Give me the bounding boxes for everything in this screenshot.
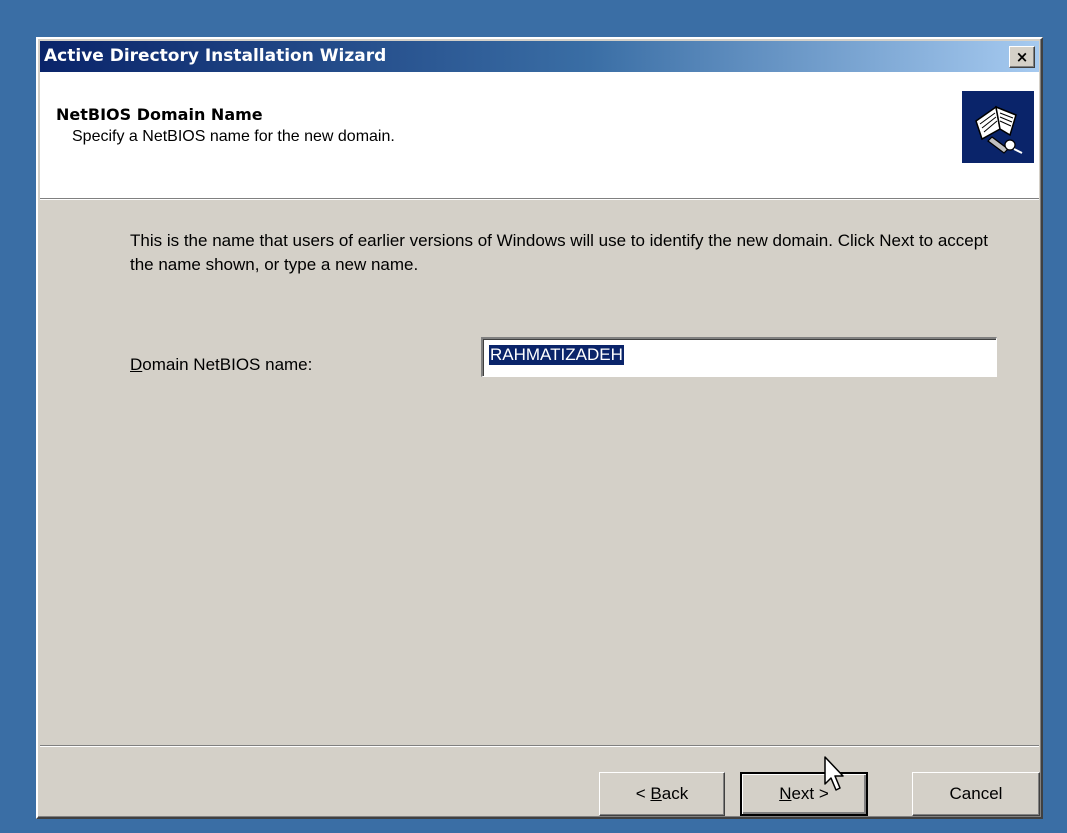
back-mnemonic: B	[650, 784, 662, 803]
next-mnemonic: N	[779, 784, 792, 803]
cancel-button[interactable]: Cancel	[912, 772, 1040, 816]
intro-text: This is the name that users of earlier v…	[130, 231, 988, 274]
close-icon: ×	[1015, 47, 1029, 66]
book-icon	[962, 91, 1034, 163]
title-bar[interactable]: Active Directory Installation Wizard ×	[40, 41, 1039, 72]
back-button-label: ack	[661, 784, 689, 803]
cancel-button-label: Cancel	[949, 784, 1003, 803]
label-text: omain NetBIOS name:	[142, 355, 313, 374]
wizard-window: Active Directory Installation Wizard × N…	[36, 37, 1043, 819]
page-title: NetBIOS Domain Name	[56, 105, 263, 124]
page-subtitle: Specify a NetBIOS name for the new domai…	[72, 128, 395, 145]
mouse-cursor-icon	[824, 756, 844, 791]
next-button[interactable]: Next >	[740, 772, 868, 816]
back-button-prefix: <	[635, 784, 651, 803]
wizard-header: NetBIOS Domain Name Specify a NetBIOS na…	[40, 72, 1039, 198]
footer-separator	[40, 745, 1039, 747]
domain-netbios-label: Domain NetBIOS name:	[130, 355, 312, 375]
input-selected-value: RAHMATIZADEH	[489, 345, 624, 365]
domain-netbios-input[interactable]: RAHMATIZADEH	[481, 337, 997, 377]
back-button[interactable]: < Back	[599, 772, 725, 816]
label-mnemonic: D	[130, 355, 143, 374]
close-button[interactable]: ×	[1009, 46, 1035, 68]
header-separator	[40, 198, 1039, 200]
window-title: Active Directory Installation Wizard	[44, 46, 387, 66]
